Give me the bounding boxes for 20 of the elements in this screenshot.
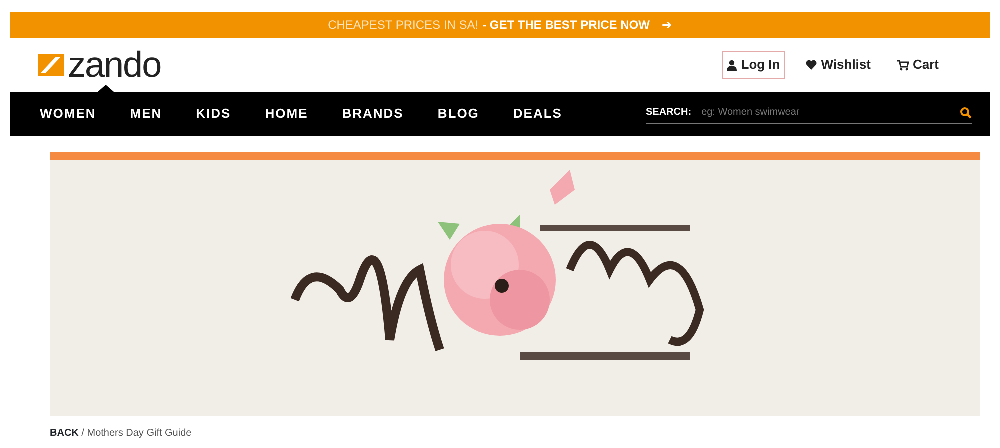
nav-link[interactable]: BRANDS bbox=[342, 104, 404, 124]
heart-icon bbox=[806, 60, 818, 70]
logo-text[interactable]: zando bbox=[68, 47, 162, 83]
nav-link[interactable]: MEN bbox=[130, 104, 162, 124]
account-link[interactable]: Wishlist bbox=[801, 51, 876, 79]
nav-link[interactable]: HOME bbox=[265, 104, 308, 124]
back-link[interactable]: BACK bbox=[50, 428, 79, 439]
search-icon[interactable] bbox=[960, 106, 972, 118]
search-field[interactable]: eg: Women swimwear bbox=[700, 104, 952, 121]
nav-link[interactable]: KIDS bbox=[196, 104, 232, 124]
nav-link[interactable]: DEALS bbox=[513, 104, 562, 124]
account-link[interactable]: Cart bbox=[892, 51, 944, 79]
account-link[interactable]: Log In bbox=[722, 51, 786, 79]
user-icon bbox=[727, 60, 738, 70]
nav-link[interactable]: WOMEN bbox=[40, 104, 96, 124]
nav-link[interactable]: BLOG bbox=[438, 104, 480, 124]
breadcrumb: BACK / Mothers Day Gift Guide bbox=[50, 427, 193, 441]
promo-text: CHEAPEST PRICES IN SA! bbox=[328, 17, 479, 34]
search-label: SEARCH: bbox=[646, 106, 692, 120]
cart-icon bbox=[896, 60, 909, 70]
